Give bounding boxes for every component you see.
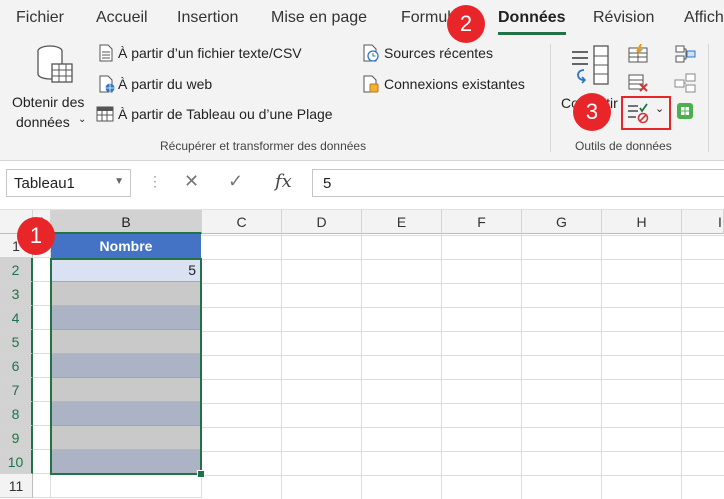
from-table-button[interactable]: À partir de Tableau ou d’une Plage — [96, 103, 356, 125]
from-table-label: À partir de Tableau ou d’une Plage — [118, 106, 333, 122]
get-data-label-1: Obtenir des — [12, 94, 85, 110]
group-label-get-transform: Récupérer et transformer des données — [160, 139, 367, 153]
name-box-dropdown-icon[interactable]: ▼ — [114, 176, 124, 187]
group-separator-2 — [708, 44, 709, 152]
data-model-icon[interactable] — [674, 100, 696, 122]
row-header-10[interactable]: 10 — [0, 450, 33, 474]
consolidate-icon[interactable] — [674, 44, 696, 64]
text-to-columns-icon — [572, 45, 609, 85]
existing-connections-label: Connexions existantes — [384, 76, 525, 92]
ribbon-tabs: Fichier Accueil Insertion Mise en page F… — [0, 0, 724, 36]
column-header-d[interactable]: D — [282, 210, 362, 234]
group-label-data-tools: Outils de données — [575, 139, 672, 153]
table-header-cell[interactable]: Nombre — [51, 234, 201, 258]
recent-sources-button[interactable]: Sources récentes — [362, 42, 502, 64]
column-header-b[interactable]: B — [51, 210, 202, 234]
formula-bar: Tableau1 ▼ ⋮ ✕ ✓ fx 5 — [0, 161, 724, 210]
row-header-3[interactable]: 3 — [0, 282, 33, 306]
column-a-cells[interactable] — [33, 234, 51, 498]
column-header-e[interactable]: E — [362, 210, 442, 234]
formula-value: 5 — [323, 175, 332, 192]
connection-file-icon — [363, 75, 379, 93]
tab-affichage[interactable]: Affichage — [684, 9, 724, 27]
tab-donnees[interactable]: Données — [498, 9, 566, 27]
row-header-2[interactable]: 2 — [0, 258, 33, 282]
tab-accueil[interactable]: Accueil — [96, 9, 148, 27]
fill-handle[interactable] — [197, 470, 205, 478]
step-badge-2: 2 — [447, 5, 485, 43]
from-text-csv-button[interactable]: À partir d’un fichier texte/CSV — [96, 42, 326, 64]
tab-fichier[interactable]: Fichier — [16, 9, 64, 27]
web-file-icon — [99, 75, 115, 93]
cancel-icon[interactable]: ✕ — [184, 171, 199, 192]
active-tab-underline — [498, 32, 566, 35]
spreadsheet-grid: A B C D E F G H I 1 2 3 4 5 6 7 8 9 10 1… — [0, 210, 724, 499]
row-header-7[interactable]: 7 — [0, 378, 33, 402]
tab-mise-en-page[interactable]: Mise en page — [271, 9, 367, 27]
text-file-icon — [99, 44, 113, 62]
ribbon: Obtenir des données ⌄ À partir d’un fich… — [0, 36, 724, 161]
column-header-f[interactable]: F — [442, 210, 522, 234]
name-box[interactable]: Tableau1 ▼ — [6, 169, 131, 197]
recent-sources-label: Sources récentes — [384, 45, 493, 61]
enter-icon[interactable]: ✓ — [228, 171, 243, 192]
from-web-label: À partir du web — [118, 76, 213, 92]
data-validation-button[interactable]: ⌄ — [624, 99, 666, 125]
column-header-i[interactable]: I — [682, 210, 724, 234]
flash-fill-icon[interactable] — [627, 44, 649, 64]
empty-cells-area[interactable] — [202, 234, 724, 499]
from-text-csv-label: À partir d’un fichier texte/CSV — [118, 45, 302, 61]
tab-revision[interactable]: Révision — [593, 9, 654, 27]
step-badge-3: 3 — [573, 93, 611, 131]
existing-connections-button[interactable]: Connexions existantes — [362, 73, 537, 95]
get-data-button[interactable]: Obtenir des données ⌄ — [6, 42, 94, 132]
group-separator — [550, 44, 551, 152]
column-header-c[interactable]: C — [202, 210, 282, 234]
table-icon — [96, 106, 114, 122]
remove-duplicates-icon[interactable] — [627, 73, 649, 93]
name-box-value: Tableau1 — [14, 175, 75, 192]
row-header-8[interactable]: 8 — [0, 402, 33, 426]
row-header-11[interactable]: 11 — [0, 474, 33, 498]
database-icon — [37, 45, 73, 83]
row-header-6[interactable]: 6 — [0, 354, 33, 378]
column-header-h[interactable]: H — [602, 210, 682, 234]
formula-input[interactable]: 5 — [312, 169, 724, 197]
vertical-dots-icon: ⋮ — [148, 173, 162, 189]
clock-file-icon — [363, 44, 379, 62]
tab-insertion[interactable]: Insertion — [177, 9, 238, 27]
row-header-5[interactable]: 5 — [0, 330, 33, 354]
row-header-4[interactable]: 4 — [0, 306, 33, 330]
data-validation-icon — [628, 103, 649, 124]
dropdown-chevron-icon[interactable]: ⌄ — [655, 102, 664, 115]
cell-b11[interactable] — [51, 474, 202, 498]
column-header-g[interactable]: G — [522, 210, 602, 234]
from-web-button[interactable]: À partir du web — [96, 73, 276, 95]
step-badge-1: 1 — [17, 217, 55, 255]
get-data-label-2: données — [16, 114, 70, 130]
chevron-down-icon: ⌄ — [78, 114, 87, 125]
selection-outline — [50, 258, 202, 475]
insert-function-button[interactable]: fx — [275, 171, 292, 192]
relationships-icon[interactable] — [674, 73, 696, 93]
row-header-9[interactable]: 9 — [0, 426, 33, 450]
